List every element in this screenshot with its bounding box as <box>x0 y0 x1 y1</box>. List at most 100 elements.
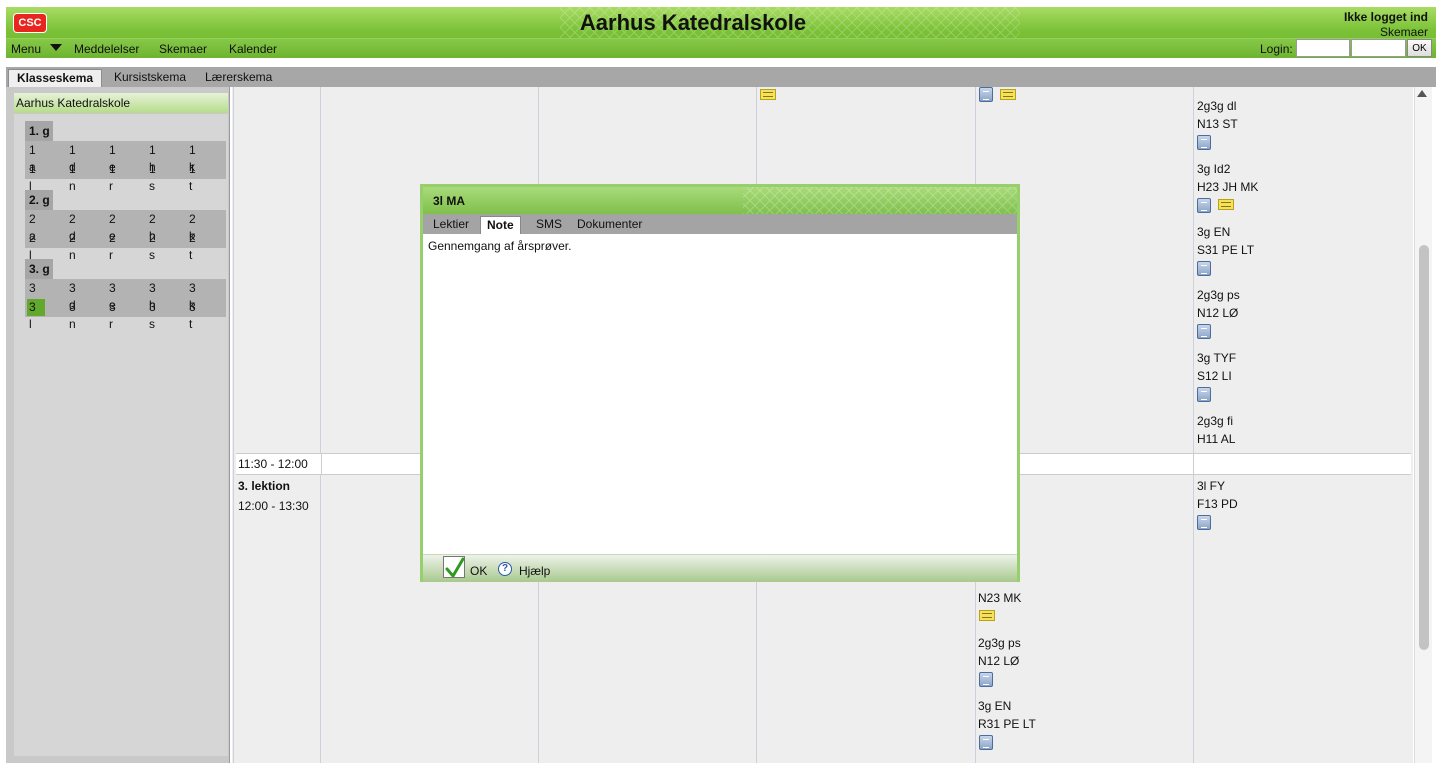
menu-dropdown-icon[interactable] <box>50 44 62 51</box>
lesson-course[interactable]: 3g Id2 <box>1197 162 1230 176</box>
note-icon[interactable] <box>760 89 776 100</box>
lesson-course[interactable]: 2g3g ps <box>1197 288 1240 302</box>
login-status: Ikke logget ind <box>1343 10 1428 24</box>
note-icon[interactable] <box>1218 199 1234 210</box>
grade-class-grid: 2 a 2 d 2 e 2 h 2 k 2 l 2 n 2 r 2 s 2 t <box>25 210 226 262</box>
dialog-tab-dokumenter[interactable]: Dokumenter <box>571 216 648 234</box>
lesson-course[interactable]: 3g TYF <box>1197 351 1236 365</box>
lesson-room-teacher: N23 MK <box>978 591 1022 605</box>
tab-laererskema[interactable]: Lærerskema <box>197 69 280 87</box>
document-icon[interactable] <box>1197 387 1211 402</box>
dialog-tab-note[interactable]: Note <box>480 216 521 234</box>
class-item-selected[interactable]: 3 l <box>27 299 45 331</box>
lesson-course[interactable]: 3g EN <box>978 699 1011 713</box>
column-divider <box>320 87 321 763</box>
login-label: Login: <box>1260 42 1293 56</box>
dialog-tab-sms[interactable]: SMS <box>530 216 568 234</box>
grade-heading: 1. g <box>25 121 53 141</box>
class-item[interactable]: 1 h <box>147 142 167 174</box>
lesson-course[interactable]: 3g EN <box>1197 225 1230 239</box>
lesson-course[interactable]: 2g3g dl <box>1197 99 1236 113</box>
document-icon[interactable] <box>1197 198 1211 213</box>
grade-heading: 3. g <box>25 259 53 279</box>
class-item[interactable]: 2 a <box>27 211 47 243</box>
lesson-room-teacher: R31 PE LT <box>978 717 1036 731</box>
lesson-time: 12:00 - 13:30 <box>238 499 309 513</box>
document-icon[interactable] <box>979 735 993 750</box>
nav-meddelelser[interactable]: Meddelelser <box>74 42 139 56</box>
grade-class-grid: 1 a 1 d 1 e 1 h 1 k 1 l 1 n 1 r 1 s 1 t <box>25 141 226 193</box>
dialog-title: 3l MA <box>433 194 466 208</box>
nav-skemaer[interactable]: Skemaer <box>159 42 207 56</box>
page-title: Aarhus Katedralskole <box>579 10 807 35</box>
class-item[interactable]: 3 h <box>147 280 167 312</box>
class-item[interactable]: 1 t <box>187 161 207 193</box>
column-divider <box>1193 87 1194 763</box>
nav-kalender[interactable]: Kalender <box>229 42 277 56</box>
ok-button[interactable]: OK <box>470 564 487 578</box>
class-item[interactable]: 3 a <box>27 280 47 312</box>
class-item[interactable]: 1 s <box>147 161 167 193</box>
class-item[interactable]: 3 r <box>107 299 127 331</box>
class-item[interactable]: 1 d <box>67 142 87 174</box>
dialog-tab-lektier[interactable]: Lektier <box>427 216 475 234</box>
document-icon[interactable] <box>1197 515 1211 530</box>
tab-klasseskema[interactable]: Klasseskema <box>8 69 103 87</box>
class-item[interactable]: 2 e <box>107 211 127 243</box>
sidebar-title: Aarhus Katedralskole <box>14 93 228 113</box>
class-item[interactable]: 1 k <box>187 142 207 174</box>
lesson-room-teacher: S12 LI <box>1197 369 1232 383</box>
break-time: 11:30 - 12:00 <box>238 457 308 471</box>
lesson-room-teacher: N12 LØ <box>978 654 1020 668</box>
class-item[interactable]: 1 r <box>107 161 127 193</box>
class-item[interactable]: 2 r <box>107 230 127 262</box>
nav-menu[interactable]: Menu <box>11 42 41 56</box>
class-item[interactable]: 2 l <box>27 230 47 262</box>
class-list-panel: 1. g 1 a 1 d 1 e 1 h 1 k 1 l 1 n 1 r 1 s… <box>14 114 228 756</box>
class-item[interactable]: 1 e <box>107 142 127 174</box>
password-input[interactable] <box>1351 39 1406 57</box>
class-item[interactable]: 3 n <box>67 299 87 331</box>
ok-checkmark-icon[interactable] <box>443 556 465 578</box>
class-item[interactable]: 2 h <box>147 211 167 243</box>
username-input[interactable] <box>1296 39 1350 57</box>
note-icon[interactable] <box>1000 89 1016 100</box>
lesson-room-teacher: F13 PD <box>1197 497 1238 511</box>
lesson-course[interactable]: 3l FY <box>1197 479 1225 493</box>
class-item[interactable]: 2 d <box>67 211 87 243</box>
class-item[interactable]: 3 s <box>147 299 167 331</box>
lesson-course[interactable]: 2g3g fi <box>1197 414 1233 428</box>
note-icon[interactable] <box>979 610 995 621</box>
tab-kursistskema[interactable]: Kursistskema <box>106 69 194 87</box>
help-icon[interactable]: ? <box>498 562 512 576</box>
document-icon[interactable] <box>979 87 993 102</box>
lesson-course[interactable]: 2g3g ps <box>978 636 1021 650</box>
class-item[interactable]: 1 n <box>67 161 87 193</box>
document-icon[interactable] <box>979 672 993 687</box>
class-item[interactable]: 3 k <box>187 280 207 312</box>
class-item[interactable]: 2 s <box>147 230 167 262</box>
dialog-header[interactable] <box>423 187 1017 214</box>
dialog-footer <box>423 554 1017 582</box>
class-item[interactable]: 3 e <box>107 280 127 312</box>
class-item[interactable]: 2 k <box>187 211 207 243</box>
login-ok-button[interactable]: OK <box>1407 39 1432 57</box>
grade-class-grid: 3 a 3 d 3 e 3 h 3 k 3 l 3 n 3 r 3 s 3 t <box>25 279 226 331</box>
header-subtitle: Skemaer <box>1379 25 1428 39</box>
class-item[interactable]: 2 t <box>187 230 207 262</box>
lesson-room-teacher: N13 ST <box>1197 117 1238 131</box>
class-item[interactable]: 3 t <box>187 299 207 331</box>
document-icon[interactable] <box>1197 135 1211 150</box>
help-button[interactable]: Hjælp <box>519 564 550 578</box>
break-divider <box>1193 454 1194 474</box>
class-item[interactable]: 1 a <box>27 142 47 174</box>
class-item[interactable]: 3 d <box>67 280 87 312</box>
document-icon[interactable] <box>1197 261 1211 276</box>
lesson-room-teacher: H23 JH MK <box>1197 180 1259 194</box>
scroll-up-arrow-icon[interactable] <box>1417 90 1427 97</box>
document-icon[interactable] <box>1197 324 1211 339</box>
class-item[interactable]: 1 l <box>27 161 47 193</box>
scrollbar-thumb[interactable] <box>1419 245 1429 650</box>
class-item[interactable]: 2 n <box>67 230 87 262</box>
sidebar: Aarhus Katedralskole 1. g 1 a 1 d 1 e 1 … <box>6 87 230 763</box>
